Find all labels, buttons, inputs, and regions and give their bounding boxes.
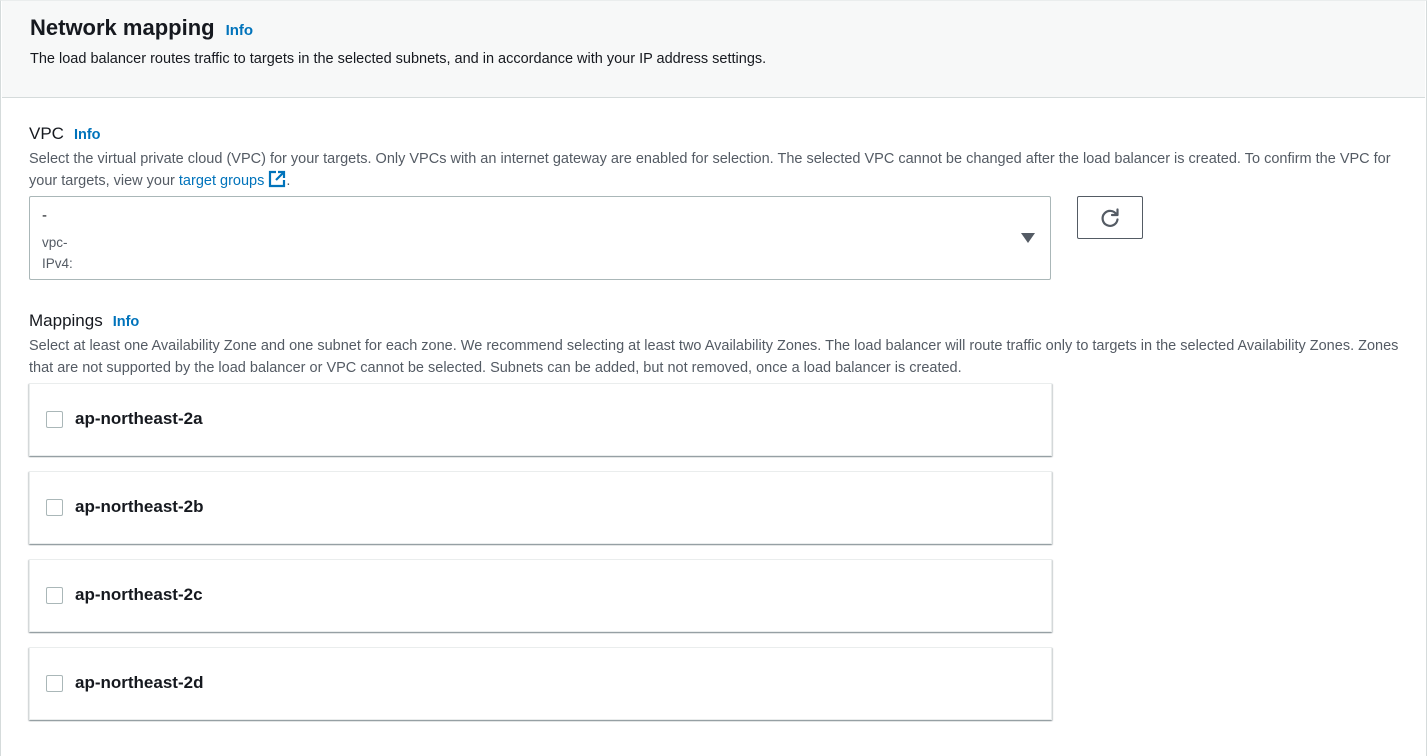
mappings-label: Mappings	[29, 311, 103, 330]
target-groups-link[interactable]: target groups	[178, 170, 286, 189]
network-mapping-panel: Network mapping Info The load balancer r…	[0, 0, 1427, 756]
az-label-ap-northeast-2c: ap-northeast-2c	[75, 585, 203, 604]
vpc-name: -	[42, 207, 47, 224]
vpc-description: Select the virtual private cloud (VPC) f…	[29, 148, 1409, 192]
az-label-ap-northeast-2a: ap-northeast-2a	[75, 409, 203, 428]
caret-down-icon	[1021, 233, 1035, 243]
az-card-ap-northeast-2c: ap-northeast-2c	[29, 559, 1052, 632]
mappings-label-row: Mappings Info	[29, 311, 139, 331]
panel-header: Network mapping Info The load balancer r…	[2, 1, 1425, 98]
az-checkbox-ap-northeast-2d[interactable]	[46, 675, 63, 692]
vpc-id: vpc-	[42, 235, 68, 250]
az-checkbox-ap-northeast-2c[interactable]	[46, 587, 63, 604]
az-label-ap-northeast-2d: ap-northeast-2d	[75, 673, 204, 692]
header-description: The load balancer routes traffic to targ…	[30, 51, 767, 67]
vpc-info-link[interactable]: Info	[74, 127, 101, 143]
refresh-icon	[1101, 207, 1119, 227]
vpc-description-end: .	[286, 173, 291, 189]
az-card-ap-northeast-2a: ap-northeast-2a	[29, 383, 1052, 456]
header-info-link[interactable]: Info	[226, 22, 254, 39]
vpc-label: VPC	[29, 124, 64, 143]
az-checkbox-ap-northeast-2b[interactable]	[46, 499, 63, 516]
target-groups-link-text: target groups	[178, 173, 265, 189]
az-label-ap-northeast-2b: ap-northeast-2b	[75, 497, 204, 516]
az-checkbox-ap-northeast-2a[interactable]	[46, 411, 63, 428]
vpc-select[interactable]: - vpc- IPv4:	[29, 196, 1051, 280]
mappings-description: Select at least one Availability Zone an…	[29, 338, 1399, 376]
mappings-info-link[interactable]: Info	[113, 314, 140, 330]
page-title: Network mapping	[30, 15, 215, 40]
header-title-row: Network mapping Info	[30, 15, 253, 41]
vpc-label-row: VPC Info	[29, 124, 101, 144]
external-link-icon	[269, 170, 286, 188]
az-card-ap-northeast-2b: ap-northeast-2b	[29, 471, 1052, 544]
az-card-ap-northeast-2d: ap-northeast-2d	[29, 647, 1052, 720]
vpc-ipv4: IPv4:	[42, 256, 73, 271]
refresh-button[interactable]	[1077, 196, 1143, 239]
